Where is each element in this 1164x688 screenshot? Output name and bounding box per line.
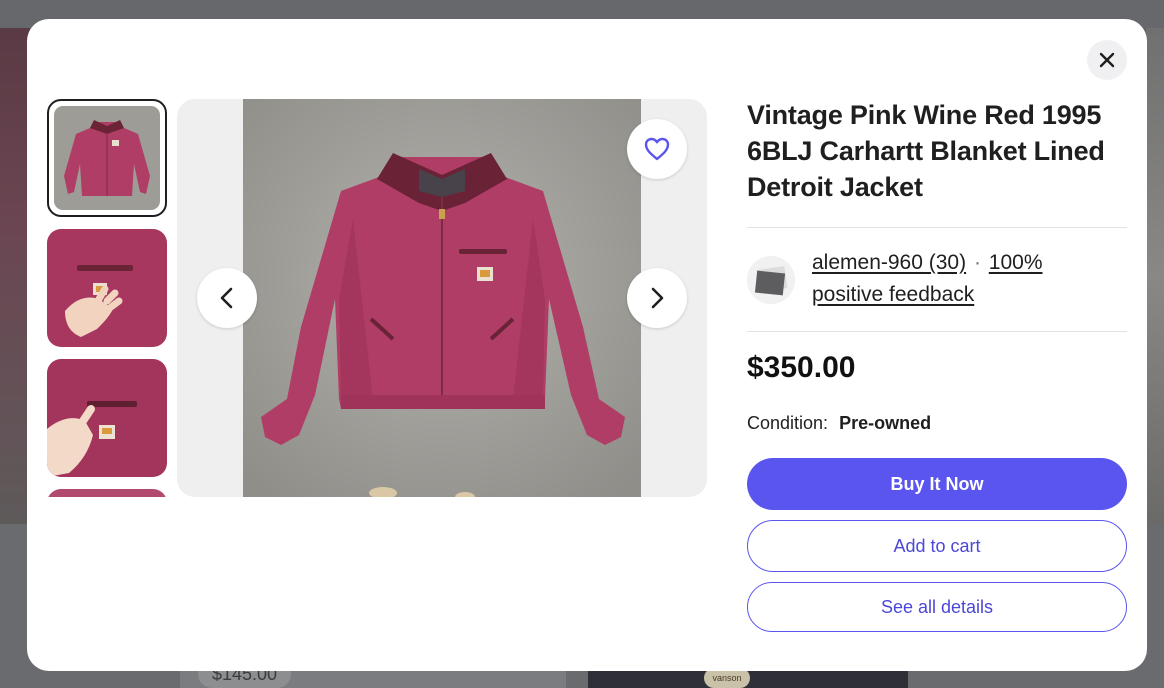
seller-avatar-image (747, 256, 795, 304)
item-condition: Condition: Pre-owned (747, 413, 931, 434)
listing-title: Vintage Pink Wine Red 1995 6BLJ Carhartt… (747, 100, 1105, 202)
thumbnail-selected[interactable] (47, 99, 167, 217)
close-button[interactable] (1087, 40, 1127, 80)
thumbnail-strip (47, 99, 167, 497)
jacket-main-image[interactable] (243, 99, 641, 497)
jacket-label-image (47, 359, 167, 477)
jacket-thumbnail-image (54, 106, 160, 210)
favorite-button[interactable] (627, 119, 687, 179)
chevron-right-icon (651, 287, 664, 309)
quick-view-modal: Vintage Pink Wine Red 1995 6BLJ Carhartt… (27, 19, 1147, 671)
item-price: $350.00 (747, 351, 856, 384)
condition-value: Pre-owned (839, 413, 932, 433)
chevron-left-icon (220, 287, 233, 309)
seller-info: alemen-960 (30) · 100% positive feedback (812, 247, 1112, 311)
jacket-detail-image (47, 489, 167, 497)
buy-it-now-button[interactable]: Buy It Now (747, 458, 1127, 510)
divider (747, 227, 1127, 228)
background-right-image (1146, 28, 1164, 524)
separator: · (973, 251, 981, 274)
add-to-cart-button[interactable]: Add to cart (747, 520, 1127, 572)
background-left-image (0, 28, 30, 524)
seller-name-link[interactable]: alemen-960 (30) (812, 251, 966, 274)
jacket-pocket-image (47, 229, 167, 347)
main-image-viewer (177, 99, 707, 497)
seller-avatar[interactable] (747, 256, 795, 304)
see-all-details-button[interactable]: See all details (747, 582, 1127, 632)
condition-label: Condition: (747, 413, 829, 433)
previous-image-button[interactable] (197, 268, 257, 328)
divider (747, 331, 1127, 332)
thumbnail[interactable] (47, 229, 167, 347)
thumbnail[interactable] (47, 359, 167, 477)
thumbnail[interactable] (47, 489, 167, 497)
next-image-button[interactable] (627, 268, 687, 328)
heart-icon (644, 137, 670, 161)
close-icon (1099, 52, 1115, 68)
background-tag: vanson (704, 668, 750, 688)
